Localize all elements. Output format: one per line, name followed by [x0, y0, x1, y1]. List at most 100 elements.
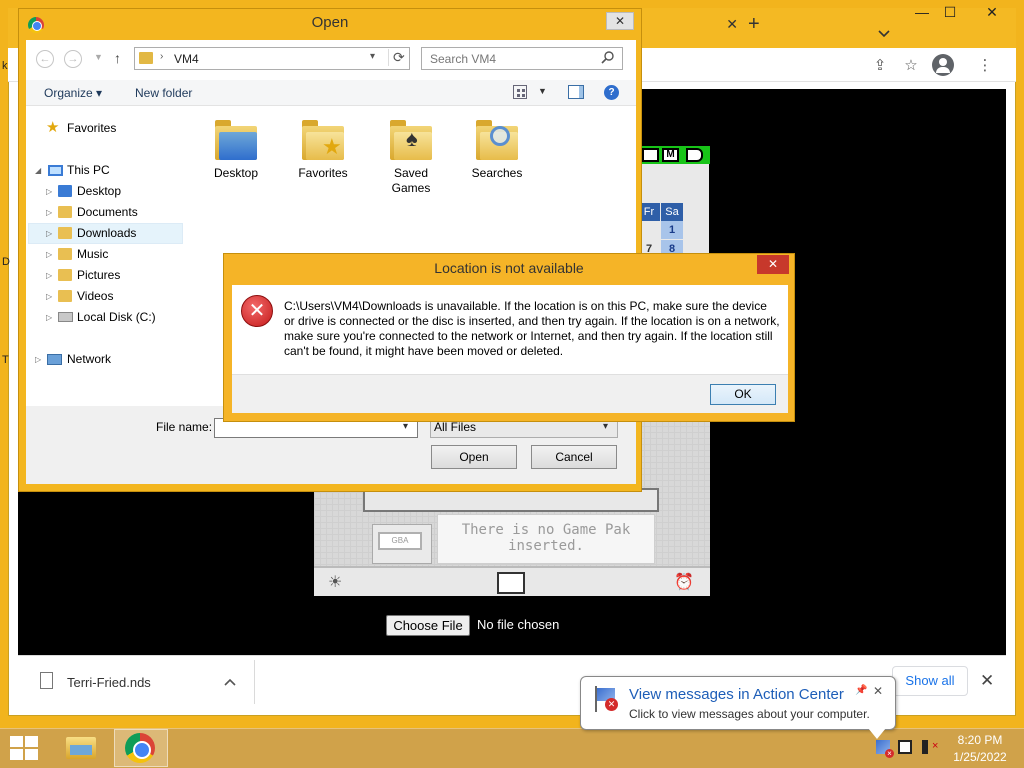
nav-item-desktop[interactable]: Desktop — [77, 181, 121, 202]
collapsed-arrow-icon[interactable]: ▷ — [46, 271, 52, 280]
organize-button[interactable]: Organize ▾ — [44, 86, 102, 100]
documents-folder-icon — [58, 206, 72, 218]
folder-label-searches[interactable]: Searches — [456, 166, 538, 181]
file-explorer-taskbar-icon[interactable] — [60, 731, 104, 767]
folder-label-saved-games[interactable]: Saved Games — [370, 166, 452, 196]
error-icon: ✕ — [241, 295, 273, 327]
cancel-button[interactable]: Cancel — [531, 445, 617, 469]
pictures-folder-icon — [58, 269, 72, 281]
network-icon — [47, 354, 62, 365]
notification-title[interactable]: View messages in Action Center — [629, 686, 844, 703]
tab-close-icon[interactable]: ✕ — [726, 16, 738, 33]
close-window-button[interactable]: ✕ — [978, 4, 1006, 24]
new-tab-button[interactable]: + — [748, 13, 760, 36]
profile-avatar-icon[interactable] — [932, 54, 954, 76]
nav-item-network[interactable]: Network — [67, 349, 111, 370]
network-tray-icon[interactable] — [898, 740, 912, 754]
collapsed-arrow-icon[interactable]: ▷ — [46, 229, 52, 238]
chrome-menu-icon[interactable]: ⋮ — [974, 55, 996, 77]
refresh-icon[interactable]: ⟳ — [388, 49, 405, 66]
chrome-taskbar-icon[interactable] — [125, 733, 155, 763]
searches-large-folder-icon[interactable] — [476, 120, 518, 160]
collapsed-arrow-icon[interactable]: ▷ — [35, 355, 41, 364]
desktop-edge-text: T — [2, 354, 9, 366]
ds-mail-button[interactable]: M — [662, 148, 679, 162]
file-status: No file chosen — [477, 617, 560, 632]
choose-file-button[interactable]: Choose File — [386, 615, 470, 636]
file-name-dropdown-icon[interactable]: ▾ — [403, 421, 408, 432]
minimize-button[interactable]: — — [908, 4, 936, 24]
shelf-divider — [254, 660, 255, 704]
recent-locations-chevron-icon[interactable]: ▼ — [94, 52, 103, 62]
address-dropdown-icon[interactable]: ▾ — [370, 51, 375, 62]
new-folder-button[interactable]: New folder — [135, 86, 192, 100]
ds-next-button[interactable] — [686, 148, 703, 162]
collapsed-arrow-icon[interactable]: ▷ — [46, 208, 52, 217]
nav-item-this-pc[interactable]: This PC — [67, 160, 110, 181]
maximize-button[interactable]: ☐ — [936, 4, 964, 24]
file-type-dropdown-icon[interactable]: ▾ — [603, 421, 608, 432]
folder-label-desktop[interactable]: Desktop — [195, 166, 277, 181]
preview-pane-icon[interactable] — [568, 85, 584, 99]
view-dropdown-icon[interactable]: ▼ — [538, 86, 547, 96]
nav-item-favorites[interactable]: Favorites — [67, 118, 116, 139]
tab-search-chevron-icon[interactable] — [877, 29, 891, 43]
search-icon[interactable] — [601, 50, 615, 64]
desktop-folder-icon — [58, 185, 72, 197]
ok-button[interactable]: OK — [710, 384, 776, 405]
ds-save-icon[interactable] — [497, 572, 525, 594]
file-name-label: File name: — [156, 420, 213, 434]
alarm-clock-icon[interactable]: ⏰ — [674, 572, 694, 592]
open-button[interactable]: Open — [431, 445, 517, 469]
action-center-flag-icon[interactable] — [876, 740, 894, 758]
clock-time[interactable]: 8:20 PM — [950, 733, 1010, 747]
chevron-up-icon[interactable] — [223, 677, 237, 687]
collapsed-arrow-icon[interactable]: ▷ — [46, 250, 52, 259]
windows-start-icon[interactable] — [10, 736, 38, 760]
local-disk-icon — [58, 312, 73, 322]
downloads-folder-icon — [58, 227, 72, 239]
nav-item-pictures[interactable]: Pictures — [77, 265, 120, 286]
nav-item-downloads[interactable]: Downloads — [77, 223, 136, 244]
desktop-large-folder-icon[interactable] — [215, 120, 257, 160]
show-all-button[interactable]: Show all — [892, 666, 968, 696]
shelf-close-icon[interactable]: ✕ — [980, 671, 994, 691]
favorites-large-folder-icon[interactable]: ★ — [302, 120, 344, 160]
folder-label-favorites[interactable]: Favorites — [282, 166, 364, 181]
nav-item-documents[interactable]: Documents — [77, 202, 138, 223]
nav-item-videos[interactable]: Videos — [77, 286, 113, 307]
ds-toolbar-button[interactable] — [642, 148, 659, 162]
collapsed-arrow-icon[interactable]: ▷ — [46, 187, 52, 196]
pin-icon[interactable]: 📌 — [855, 685, 867, 696]
breadcrumb-vm4[interactable]: VM4 — [174, 52, 199, 66]
share-icon[interactable]: ⇪ — [869, 55, 891, 77]
collapsed-arrow-icon[interactable]: ▷ — [46, 313, 52, 322]
download-filename[interactable]: Terri-Fried.nds — [67, 675, 151, 690]
open-dialog-close-button[interactable]: ✕ — [606, 12, 634, 30]
bookmark-star-icon[interactable]: ☆ — [900, 55, 922, 77]
expanded-arrow-icon[interactable]: ◢ — [35, 166, 41, 175]
music-folder-icon — [58, 248, 72, 260]
up-arrow-icon[interactable]: ↑ — [114, 50, 121, 66]
calendar-header: Sa — [661, 203, 683, 221]
volume-muted-icon[interactable] — [922, 740, 938, 754]
chrome-tab[interactable]: ✕ — [632, 10, 742, 48]
error-close-button[interactable]: ✕ — [757, 255, 789, 274]
error-message: C:\Users\VM4\Downloads is unavailable. I… — [284, 299, 780, 358]
notification-balloon[interactable] — [580, 676, 896, 730]
view-options-icon[interactable] — [513, 85, 527, 99]
desktop-edge-text: D — [2, 256, 10, 268]
brightness-icon[interactable]: ☀ — [328, 572, 342, 592]
forward-button[interactable]: → — [64, 50, 82, 68]
breadcrumb-chevron-icon[interactable]: › — [160, 51, 163, 62]
nav-item-music[interactable]: Music — [77, 244, 108, 265]
clock-date[interactable]: 1/25/2022 — [950, 750, 1010, 764]
back-button[interactable]: ← — [36, 50, 54, 68]
help-icon[interactable]: ? — [604, 85, 619, 100]
notification-close-icon[interactable]: ✕ — [873, 684, 883, 698]
nav-item-local-disk[interactable]: Local Disk (C:) — [77, 307, 156, 328]
notification-text: Click to view messages about your comput… — [629, 707, 870, 721]
open-dialog-title: Open — [311, 14, 349, 31]
saved-games-large-folder-icon[interactable]: ♠ — [390, 120, 432, 160]
collapsed-arrow-icon[interactable]: ▷ — [46, 292, 52, 301]
